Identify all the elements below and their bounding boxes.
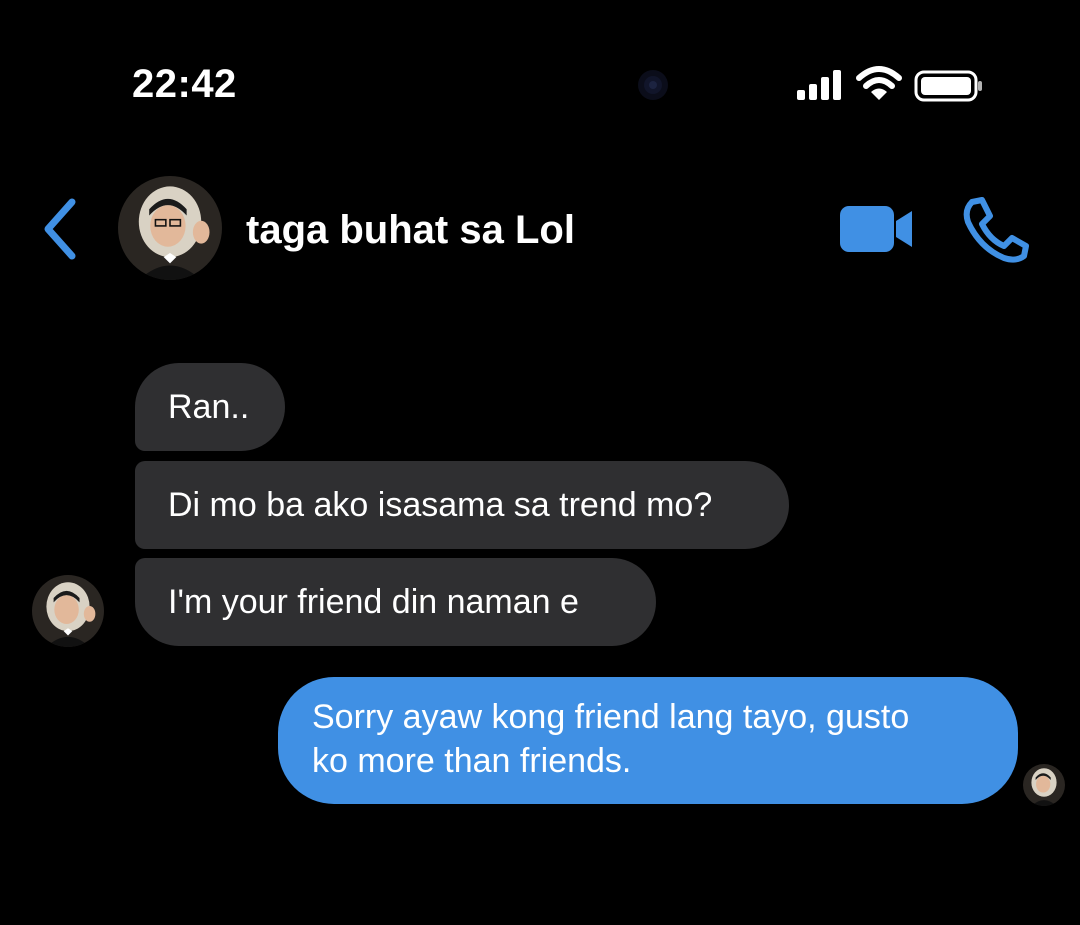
cellular-signal-icon	[797, 70, 841, 100]
status-time: 22:42	[132, 62, 237, 106]
back-chevron-icon[interactable]	[38, 196, 82, 262]
camera-indicator-icon	[638, 70, 668, 100]
wifi-icon	[856, 66, 902, 100]
incoming-message[interactable]: Ran..	[135, 363, 285, 451]
incoming-message[interactable]: I'm your friend din naman e	[135, 558, 656, 646]
video-call-icon[interactable]	[838, 203, 914, 255]
battery-icon	[914, 70, 982, 102]
outgoing-message-line: Sorry ayaw kong friend lang tayo, gusto	[312, 698, 910, 736]
sender-avatar[interactable]	[32, 575, 104, 647]
outgoing-message[interactable]: Sorry ayaw kong friend lang tayo, gusto …	[278, 677, 1018, 804]
outgoing-message-line: ko more than friends.	[312, 742, 632, 780]
phone-icon[interactable]	[960, 196, 1030, 264]
contact-name[interactable]: taga buhat sa Lol	[246, 208, 575, 253]
incoming-message[interactable]: Di mo ba ako isasama sa trend mo?	[135, 461, 789, 549]
contact-avatar[interactable]	[118, 176, 222, 280]
seen-receipt-avatar	[1023, 764, 1065, 806]
